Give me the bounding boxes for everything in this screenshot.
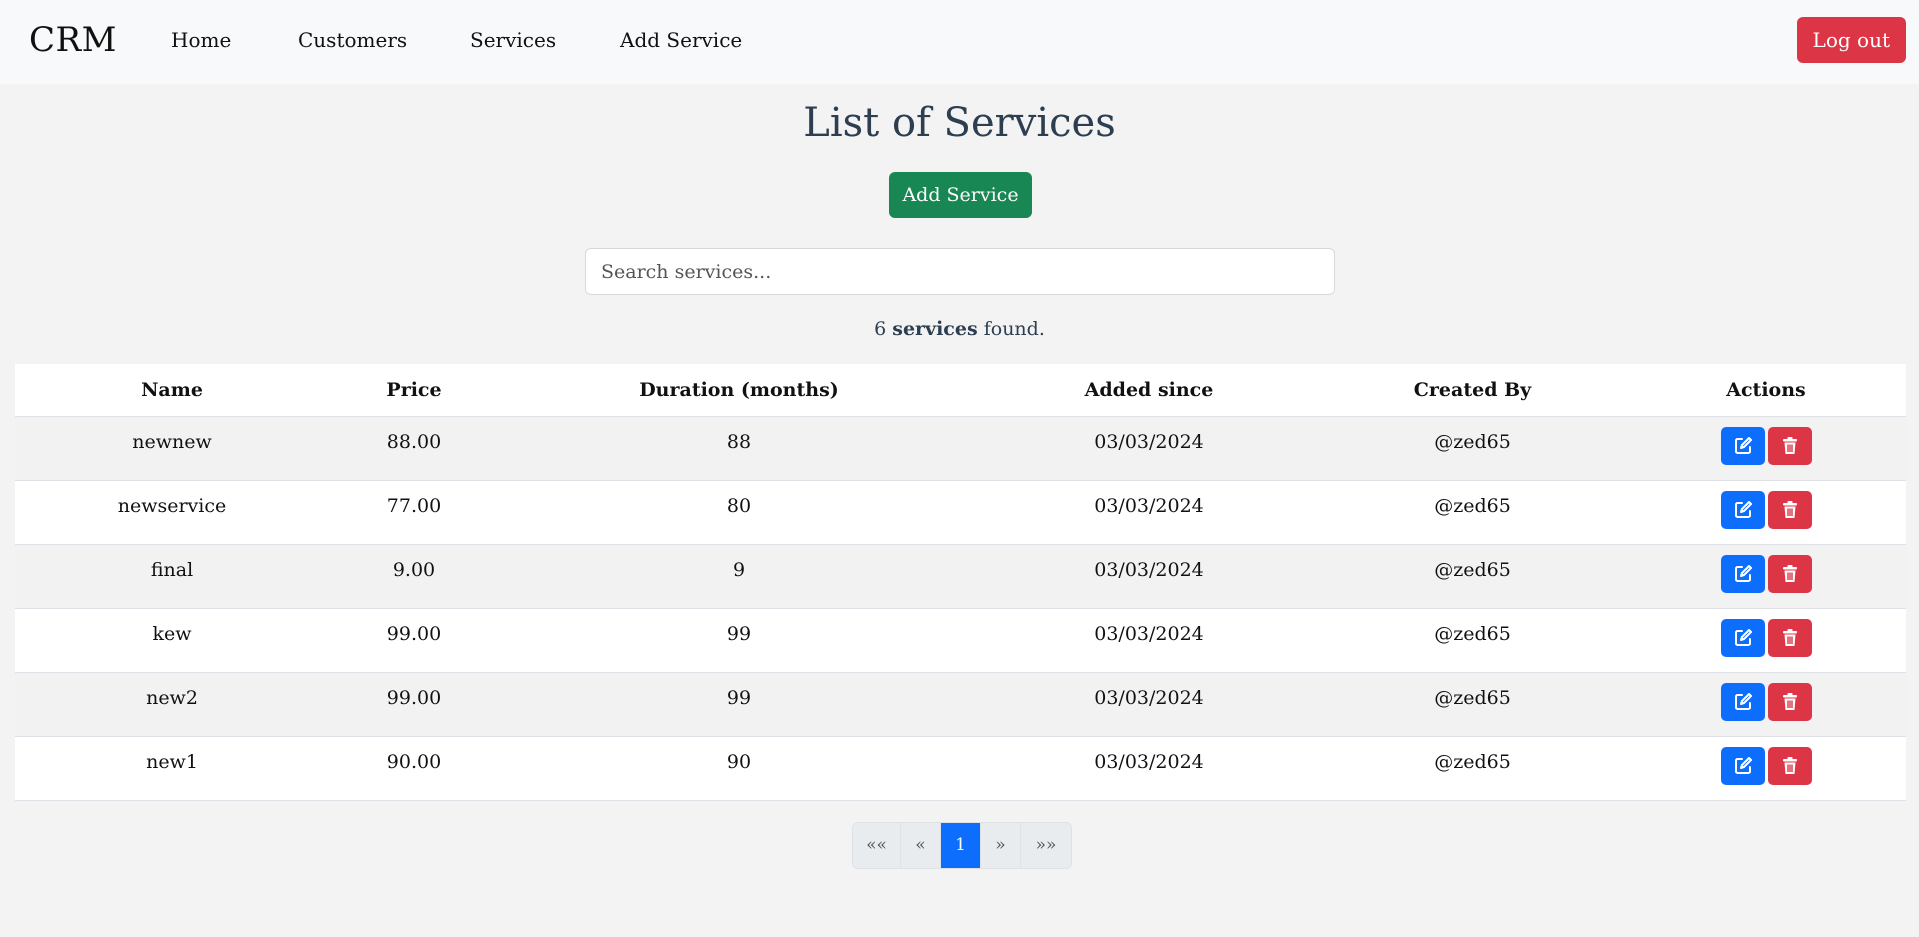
edit-button[interactable] xyxy=(1720,426,1765,465)
edit-button[interactable] xyxy=(1720,682,1765,721)
table-header-row: Name Price Duration (months) Added since… xyxy=(15,364,1906,417)
delete-button[interactable] xyxy=(1767,490,1812,529)
brand-logo[interactable]: CRM xyxy=(29,20,117,60)
results-count-suffix: found. xyxy=(983,318,1045,340)
cell-created-by: @zed65 xyxy=(1319,736,1626,801)
cell-name: new1 xyxy=(15,736,329,801)
column-header-duration[interactable]: Duration (months) xyxy=(499,364,979,417)
cell-name: final xyxy=(15,544,329,609)
delete-button[interactable] xyxy=(1767,426,1812,465)
cell-added-since: 03/03/2024 xyxy=(979,480,1319,545)
cell-actions xyxy=(1626,672,1906,737)
cell-added-since: 03/03/2024 xyxy=(979,736,1319,801)
cell-added-since: 03/03/2024 xyxy=(979,608,1319,673)
cell-price: 88.00 xyxy=(329,416,499,481)
cell-price: 99.00 xyxy=(329,608,499,673)
cell-created-by: @zed65 xyxy=(1319,544,1626,609)
cell-added-since: 03/03/2024 xyxy=(979,672,1319,737)
pagination: «« « 1 » »» xyxy=(852,822,1072,869)
cell-duration: 99 xyxy=(499,608,979,673)
results-count-number: 6 xyxy=(874,318,887,340)
cell-created-by: @zed65 xyxy=(1319,480,1626,545)
column-header-created-by[interactable]: Created By xyxy=(1319,364,1626,417)
logout-button[interactable]: Log out xyxy=(1796,17,1906,63)
edit-button[interactable] xyxy=(1720,618,1765,657)
column-header-name[interactable]: Name xyxy=(15,364,329,417)
cell-duration: 80 xyxy=(499,480,979,545)
search-input[interactable] xyxy=(585,248,1335,295)
cell-actions xyxy=(1626,736,1906,801)
cell-actions xyxy=(1626,416,1906,481)
cell-price: 90.00 xyxy=(329,736,499,801)
edit-button[interactable] xyxy=(1720,746,1765,785)
cell-price: 99.00 xyxy=(329,672,499,737)
results-count-noun: services xyxy=(892,318,978,340)
services-table: Name Price Duration (months) Added since… xyxy=(15,364,1906,801)
cell-duration: 88 xyxy=(499,416,979,481)
cell-name: newservice xyxy=(15,480,329,545)
cell-added-since: 03/03/2024 xyxy=(979,416,1319,481)
column-header-actions: Actions xyxy=(1626,364,1906,417)
cell-created-by: @zed65 xyxy=(1319,608,1626,673)
cell-name: newnew xyxy=(15,416,329,481)
column-header-added-since[interactable]: Added since xyxy=(979,364,1319,417)
delete-button[interactable] xyxy=(1767,682,1812,721)
cell-actions xyxy=(1626,480,1906,545)
page-title: List of Services xyxy=(803,100,1116,146)
cell-actions xyxy=(1626,608,1906,673)
cell-name: kew xyxy=(15,608,329,673)
pagination-first[interactable]: «« xyxy=(853,823,901,868)
cell-actions xyxy=(1626,544,1906,609)
nav-link-home[interactable]: Home xyxy=(171,28,231,52)
pagination-page-current[interactable]: 1 xyxy=(941,823,981,868)
cell-duration: 90 xyxy=(499,736,979,801)
cell-created-by: @zed65 xyxy=(1319,672,1626,737)
nav-link-add-service[interactable]: Add Service xyxy=(620,28,742,52)
table-row: newservice 77.00 80 03/03/2024 @zed65 xyxy=(15,480,1906,545)
table-body: newnew 88.00 88 03/03/2024 @zed65 newservice 7… xyxy=(15,416,1906,801)
delete-button[interactable] xyxy=(1767,746,1812,785)
table-row: final 9.00 9 03/03/2024 @zed65 xyxy=(15,544,1906,609)
pagination-last[interactable]: »» xyxy=(1021,823,1071,868)
add-service-button[interactable]: Add Service xyxy=(889,172,1032,218)
table-row: kew 99.00 99 03/03/2024 @zed65 xyxy=(15,608,1906,673)
cell-name: new2 xyxy=(15,672,329,737)
table-row: new2 99.00 99 03/03/2024 @zed65 xyxy=(15,672,1906,737)
cell-duration: 99 xyxy=(499,672,979,737)
nav-link-services[interactable]: Services xyxy=(470,28,556,52)
delete-button[interactable] xyxy=(1767,618,1812,657)
cell-duration: 9 xyxy=(499,544,979,609)
cell-price: 9.00 xyxy=(329,544,499,609)
edit-button[interactable] xyxy=(1720,490,1765,529)
nav-link-customers[interactable]: Customers xyxy=(298,28,407,52)
pagination-next[interactable]: » xyxy=(981,823,1021,868)
cell-created-by: @zed65 xyxy=(1319,416,1626,481)
results-count: 6 services found. xyxy=(0,318,1919,340)
edit-button[interactable] xyxy=(1720,554,1765,593)
table-row: new1 90.00 90 03/03/2024 @zed65 xyxy=(15,736,1906,801)
navbar: CRM Home Customers Services Add Service … xyxy=(0,0,1919,84)
column-header-price[interactable]: Price xyxy=(329,364,499,417)
delete-button[interactable] xyxy=(1767,554,1812,593)
table-row: newnew 88.00 88 03/03/2024 @zed65 xyxy=(15,416,1906,481)
cell-price: 77.00 xyxy=(329,480,499,545)
pagination-prev[interactable]: « xyxy=(901,823,941,868)
cell-added-since: 03/03/2024 xyxy=(979,544,1319,609)
